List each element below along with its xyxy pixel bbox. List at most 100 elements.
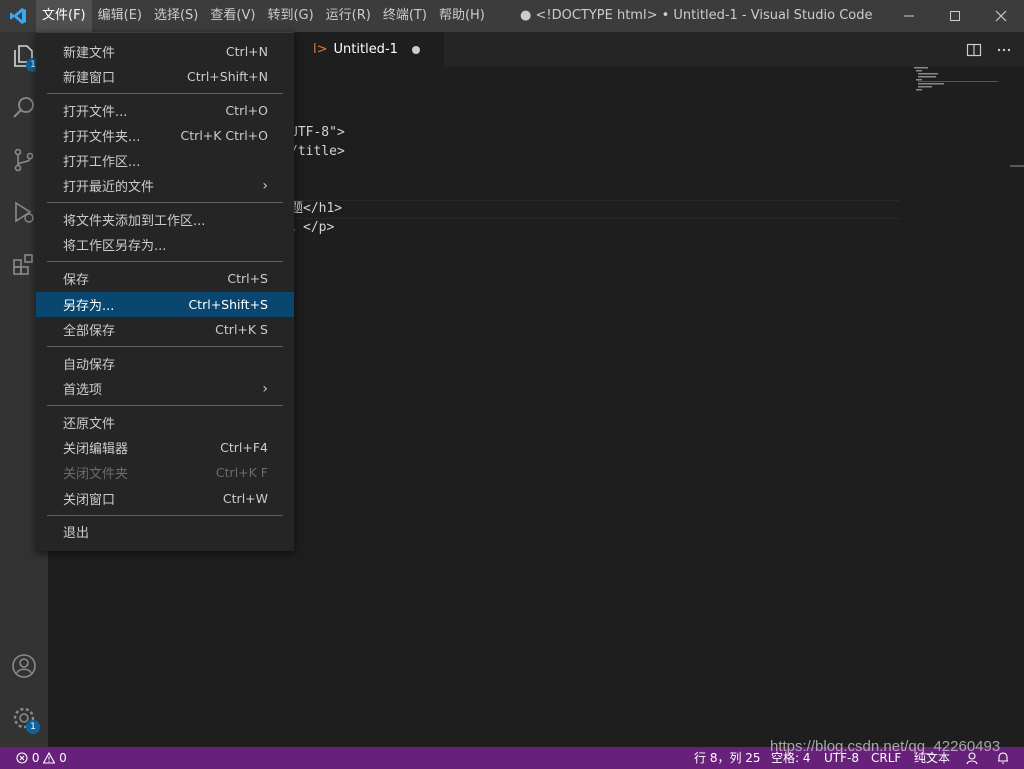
minimap[interactable]	[914, 67, 1014, 97]
code-line: 题</h1>	[290, 201, 343, 216]
menu-item-label: 打开文件夹...	[63, 130, 141, 145]
account-icon	[12, 654, 36, 678]
code-line: /title>	[290, 144, 345, 159]
menu-item-preferences[interactable]: 首选项 ›	[36, 376, 294, 401]
unsaved-dot-icon[interactable]	[411, 45, 420, 54]
menu-separator	[47, 202, 283, 203]
vscode-logo-icon	[0, 0, 36, 32]
file-menu-dropdown: 新建文件 Ctrl+N 新建窗口 Ctrl+Shift+N 打开文件... Ct…	[36, 32, 294, 551]
menu-item-shortcut: Ctrl+K F	[215, 465, 268, 480]
menu-item-close-editor[interactable]: 关闭编辑器 Ctrl+F4	[36, 435, 294, 460]
maximize-button[interactable]	[932, 0, 978, 32]
menu-item-label: 打开文件...	[63, 105, 128, 120]
debug-icon	[15, 201, 34, 223]
menu-item-save-workspace-as[interactable]: 将工作区另存为...	[36, 232, 294, 257]
source-control-icon	[14, 148, 34, 172]
menu-item-open-workspace[interactable]: 打开工作区...	[36, 148, 294, 173]
menu-separator	[47, 93, 283, 94]
menu-item-save-all[interactable]: 全部保存 Ctrl+K S	[36, 317, 294, 342]
menu-item-auto-save[interactable]: 自动保存	[36, 351, 294, 376]
menu-item-label: 还原文件	[63, 417, 116, 432]
menu-help[interactable]: 帮助(H)	[433, 0, 491, 32]
accounts-button[interactable]	[0, 642, 48, 690]
manage-button[interactable]: 1	[0, 694, 48, 742]
menu-separator	[47, 346, 283, 347]
menu-separator	[47, 405, 283, 406]
menu-item-new-file[interactable]: 新建文件 Ctrl+N	[36, 39, 294, 64]
window-controls	[886, 0, 1024, 32]
menu-view[interactable]: 查看(V)	[204, 0, 261, 32]
menu-item-label: 退出	[63, 526, 90, 541]
scrollbar-thumb[interactable]	[1010, 165, 1024, 167]
menu-item-label: 打开最近的文件	[63, 180, 155, 195]
menu-item-label: 保存	[63, 273, 90, 288]
menu-item-close-folder: 关闭文件夹 Ctrl+K F	[36, 460, 294, 485]
cursor-position[interactable]: 行 8，列 25	[694, 747, 761, 769]
menu-go[interactable]: 转到(G)	[261, 0, 319, 32]
close-window-button[interactable]	[978, 0, 1024, 32]
menu-item-add-folder-to-workspace[interactable]: 将文件夹添加到工作区...	[36, 207, 294, 232]
menu-item-label: 关闭文件夹	[63, 467, 129, 482]
minimize-icon	[904, 15, 914, 17]
menu-item-open-folder[interactable]: 打开文件夹... Ctrl+K Ctrl+O	[36, 123, 294, 148]
menu-item-shortcut: Ctrl+F4	[220, 440, 268, 455]
menu-edit[interactable]: 编辑(E)	[92, 0, 148, 32]
menu-item-save[interactable]: 保存 Ctrl+S	[36, 266, 294, 291]
minimize-button[interactable]	[886, 0, 932, 32]
menu-item-open-recent[interactable]: 打开最近的文件 ›	[36, 173, 294, 198]
menu-file[interactable]: 文件(F)	[36, 0, 92, 32]
menu-item-label: 全部保存	[63, 324, 116, 339]
editor-actions	[966, 32, 1012, 67]
more-actions-icon[interactable]	[996, 42, 1012, 58]
menu-item-label: 关闭窗口	[63, 493, 116, 508]
tab-file-icon: l>	[313, 42, 328, 57]
menu-item-label: 另存为...	[63, 299, 115, 314]
watermark-text: https://blog.csdn.net/qq_42260493	[770, 738, 1001, 755]
menu-item-new-window[interactable]: 新建窗口 Ctrl+Shift+N	[36, 64, 294, 89]
menu-item-revert-file[interactable]: 还原文件	[36, 410, 294, 435]
menu-item-label: 首选项	[63, 383, 103, 398]
menu-item-label: 将工作区另存为...	[63, 239, 167, 254]
menu-item-shortcut: Ctrl+K Ctrl+O	[180, 128, 268, 143]
menu-item-shortcut: Ctrl+W	[222, 491, 268, 506]
menu-separator	[47, 515, 283, 516]
menu-terminal[interactable]: 终端(T)	[377, 0, 433, 32]
code-line: UTF-8">	[290, 125, 345, 140]
tab-label: Untitled-1	[333, 42, 398, 57]
menu-item-save-as[interactable]: 另存为... Ctrl+Shift+S	[36, 292, 294, 317]
menu-item-label: 新建文件	[63, 46, 116, 61]
menu-item-label: 打开工作区...	[63, 155, 141, 170]
menu-item-exit[interactable]: 退出	[36, 519, 294, 544]
menu-run[interactable]: 运行(R)	[320, 0, 377, 32]
menu-item-open-file[interactable]: 打开文件... Ctrl+O	[36, 98, 294, 123]
menu-item-label: 关闭编辑器	[63, 442, 129, 457]
error-icon	[16, 752, 28, 764]
code-line: 。</p>	[290, 220, 335, 235]
warning-icon	[42, 751, 56, 764]
maximize-icon	[950, 11, 960, 21]
menu-item-shortcut: Ctrl+Shift+S	[188, 297, 268, 312]
tab-untitled-1[interactable]: l> Untitled-1	[294, 32, 444, 67]
title-bar: 文件(F) 编辑(E) 选择(S) 查看(V) 转到(G) 运行(R) 终端(T…	[0, 0, 1024, 32]
window-title: ● <!DOCTYPE html> • Untitled-1 - Visual …	[520, 8, 873, 23]
menu-item-shortcut: Ctrl+O	[225, 103, 268, 118]
menu-separator	[47, 261, 283, 262]
chevron-right-icon: ›	[262, 177, 268, 194]
menu-item-label: 新建窗口	[63, 71, 116, 86]
split-editor-icon[interactable]	[966, 42, 982, 58]
menu-bar: 文件(F) 编辑(E) 选择(S) 查看(V) 转到(G) 运行(R) 终端(T…	[36, 0, 491, 32]
menu-selection[interactable]: 选择(S)	[148, 0, 204, 32]
menu-item-shortcut: Ctrl+N	[225, 44, 268, 59]
settings-badge: 1	[26, 720, 40, 734]
menu-item-shortcut: Ctrl+S	[227, 271, 268, 286]
menu-item-shortcut: Ctrl+Shift+N	[187, 69, 268, 84]
chevron-right-icon: ›	[262, 380, 268, 397]
problems-indicator[interactable]: 0 0	[16, 747, 67, 769]
menu-item-label: 自动保存	[63, 358, 116, 373]
search-icon	[13, 97, 34, 118]
menu-item-shortcut: Ctrl+K S	[215, 322, 268, 337]
menu-item-close-window[interactable]: 关闭窗口 Ctrl+W	[36, 486, 294, 511]
menu-item-label: 将文件夹添加到工作区...	[63, 214, 206, 229]
close-icon	[995, 10, 1007, 22]
extensions-icon	[13, 254, 33, 275]
